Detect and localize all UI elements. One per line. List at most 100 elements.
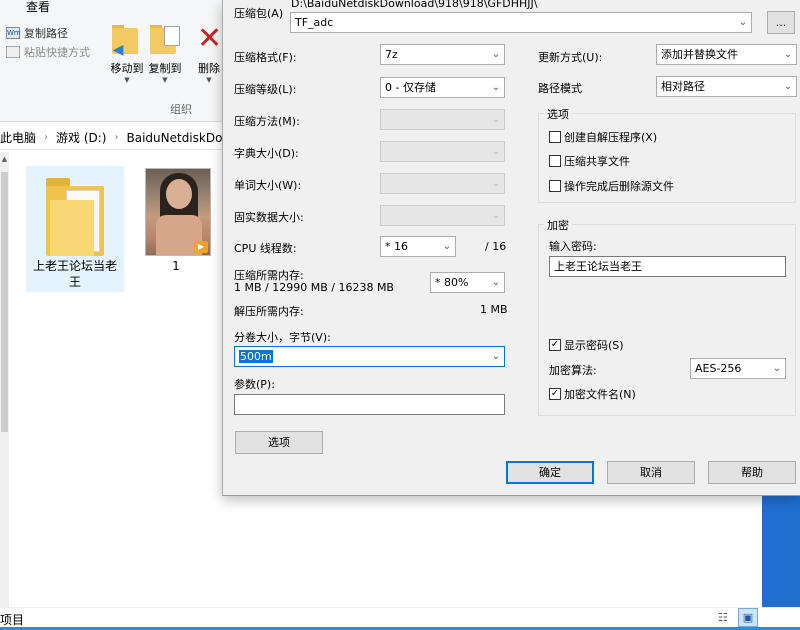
list-item-video[interactable]: ▶ 1 [131,166,221,292]
format-label: 压缩格式(F): [234,51,297,64]
chevron-down-icon: ⌄ [491,178,501,189]
video-thumbnail: ▶ [145,168,211,256]
copy-to-label: 复制到 [148,62,182,75]
delete-button[interactable]: ✕ 删除 ▼ [194,24,224,94]
cancel-button[interactable]: 取消 [607,461,695,484]
word-select[interactable]: ⌄ [380,173,505,194]
encrypt-names-label: 加密文件名(N) [564,388,636,401]
method-select[interactable]: ⌄ [380,109,505,130]
cpu-threads-value: * 16 [385,240,408,253]
create-sfx-checkbox[interactable]: 创建自解压程序(X) [549,129,657,145]
breadcrumb-this-pc[interactable]: 此电脑 [0,129,36,146]
delete-icon: ✕ [197,24,223,56]
scroll-up-arrow-icon[interactable]: ▲ [0,152,9,166]
move-to-icon: ◀ [112,24,142,57]
add-to-archive-dialog: 压缩包(A) D:\BaiduNetdiskDownload\918\918\G… [222,0,800,496]
cpu-total: / 16 [485,240,507,253]
compress-shared-checkbox[interactable]: 压缩共享文件 [549,153,630,169]
chevron-down-icon: ⌄ [491,210,501,221]
breadcrumb-folder[interactable]: BaiduNetdiskDow [126,131,222,145]
level-label: 压缩等级(L): [234,83,297,96]
breadcrumb-drive[interactable]: 游戏 (D:) [56,129,106,146]
chevron-down-icon: ⌄ [491,277,501,288]
path-mode-label: 路径模式 [538,82,582,95]
volume-combo[interactable]: 500m ⌄ [234,346,505,367]
chevron-down-icon: ⌄ [491,82,501,93]
level-select[interactable]: 0 - 仅存储 ⌄ [380,77,505,98]
dict-label: 字典大小(D): [234,147,299,160]
mem-percent-select[interactable]: * 80% ⌄ [430,272,505,293]
browse-button[interactable]: ... [767,11,795,34]
chevron-down-icon: ⌄ [783,49,793,60]
cpu-label: CPU 线程数: [234,242,297,255]
copy-to-dropdown-icon: ▼ [162,76,168,84]
volume-value: 500m [239,350,273,363]
ribbon-tab-view[interactable]: 查看 [26,0,50,15]
chevron-right-icon: › [44,132,49,143]
solid-select[interactable]: ⌄ [380,205,505,226]
delete-dropdown-icon: ▼ [206,76,212,84]
status-items-count: 项目 [0,613,25,627]
password-input[interactable]: 上老王论坛当老王 [549,256,786,277]
encryption-group-title: 加密 [544,217,572,233]
dict-select[interactable]: ⌄ [380,141,505,162]
copy-to-button[interactable]: 复制到 ▼ [143,24,187,94]
paste-shortcut-button[interactable]: 粘贴快捷方式 [6,43,90,61]
cpu-threads-select[interactable]: * 16 ⌄ [380,236,456,257]
encrypt-names-box[interactable]: ✓ [549,388,561,400]
options-button[interactable]: 选项 [235,431,323,454]
path-mode-select[interactable]: 相对路径 ⌄ [656,76,797,97]
method-label: 压缩方法(M): [234,115,300,128]
large-icons-view-icon[interactable]: ▣ [738,608,758,627]
compress-shared-label: 压缩共享文件 [564,155,630,168]
copy-path-button[interactable]: Wm 复制路径 [6,24,68,42]
chevron-right-icon: › [114,132,119,143]
archive-name-combo[interactable]: TF_adc ⌄ [290,12,752,33]
solid-label: 固实数据大小: [234,211,304,224]
params-input[interactable] [234,394,505,415]
mem-decomp-label: 解压所需内存: [234,305,304,318]
details-view-icon[interactable]: ☷ [718,611,732,625]
enc-method-value: AES-256 [695,362,742,375]
chevron-down-icon[interactable]: ⌄ [491,347,501,366]
delete-after-checkbox[interactable]: 操作完成后删除源文件 [549,178,674,194]
help-button[interactable]: 帮助 [708,461,796,484]
copy-path-label: 复制路径 [24,27,68,40]
level-value: 0 - 仅存储 [385,81,436,94]
update-mode-value: 添加并替换文件 [661,48,738,61]
encrypt-names-checkbox[interactable]: ✓ 加密文件名(N) [549,386,636,402]
mem-percent-value: * 80% [435,276,469,289]
delete-after-box[interactable] [549,180,561,192]
chevron-down-icon: ⌄ [491,146,501,157]
enc-method-select[interactable]: AES-256 ⌄ [690,358,786,379]
chevron-down-icon: ⌄ [772,363,782,374]
format-select[interactable]: 7z ⌄ [380,44,505,65]
list-item-folder[interactable]: 上老王论坛当老王 [26,166,124,292]
ribbon-group-label: 组织 [170,103,192,116]
copy-path-icon: Wm [6,27,21,39]
mem-comp-value: 1 MB / 12990 MB / 16238 MB [234,281,394,294]
archive-name-value: TF_adc [295,16,334,29]
create-sfx-box[interactable] [549,131,561,143]
file-name: 1 [172,259,180,273]
chevron-down-icon[interactable]: ⌄ [738,13,748,32]
ok-button[interactable]: 确定 [506,461,594,484]
scrollbar-thumb[interactable] [1,172,8,432]
update-mode-select[interactable]: 添加并替换文件 ⌄ [656,44,797,65]
copy-to-icon [150,24,180,56]
params-label: 参数(P): [234,378,275,391]
folder-icon [46,178,106,256]
breadcrumb[interactable]: 此电脑 › 游戏 (D:) › BaiduNetdiskDow [0,126,222,150]
show-password-checkbox[interactable]: ✓ 显示密码(S) [549,337,624,353]
path-mode-value: 相对路径 [661,80,705,93]
show-password-box[interactable]: ✓ [549,339,561,351]
chevron-down-icon: ⌄ [783,81,793,92]
delete-label: 删除 [198,62,220,75]
chevron-down-icon: ⌄ [491,49,501,60]
paste-shortcut-icon [6,46,20,58]
show-password-label: 显示密码(S) [564,339,624,352]
compress-shared-box[interactable] [549,155,561,167]
enc-method-label: 加密算法: [549,364,597,377]
archive-path: D:\BaiduNetdiskDownload\918\918\GFDHHJJ\ [291,0,538,10]
update-label: 更新方式(U): [538,51,603,64]
